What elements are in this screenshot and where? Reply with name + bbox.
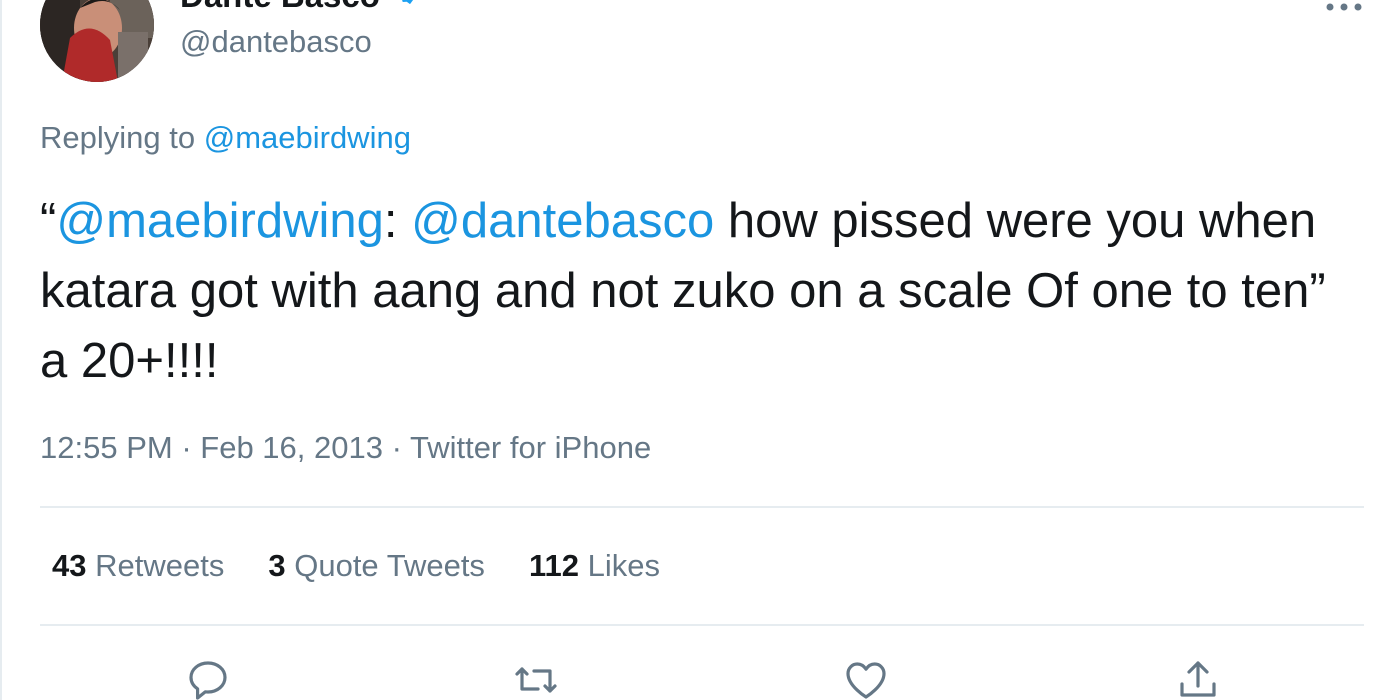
reply-icon xyxy=(189,661,227,700)
retweets-count: 43 xyxy=(52,548,87,583)
mention-link[interactable]: @dantebasco xyxy=(411,194,714,248)
replying-handle-link[interactable]: @maebirdwing xyxy=(204,120,411,155)
retweets-label: Retweets xyxy=(95,548,225,583)
quotes-label: Quote Tweets xyxy=(294,548,485,583)
avatar[interactable] xyxy=(40,0,154,82)
more-horizontal-icon[interactable] xyxy=(1324,0,1364,24)
like-icon xyxy=(846,662,886,699)
like-button[interactable] xyxy=(842,656,890,700)
mention-link[interactable]: @maebirdwing xyxy=(56,194,384,248)
divider xyxy=(40,506,1364,508)
divider xyxy=(40,624,1364,626)
quote-tweets-stat[interactable]: 3 Quote Tweets xyxy=(268,546,485,586)
meta-separator: · xyxy=(382,430,410,465)
verified-badge-icon xyxy=(395,0,425,15)
reply-button[interactable] xyxy=(184,656,232,700)
quotes-count: 3 xyxy=(268,548,286,583)
tweet-source[interactable]: Twitter for iPhone xyxy=(410,430,651,465)
share-icon xyxy=(1180,661,1216,697)
colon-text: : xyxy=(383,194,412,248)
tweet-meta: 12:55 PM · Feb 16, 2013 · Twitter for iP… xyxy=(40,428,651,468)
likes-label: Likes xyxy=(587,548,660,583)
retweet-icon xyxy=(515,667,557,693)
author-handle[interactable]: @dantebasco xyxy=(180,22,372,62)
tweet-time[interactable]: 12:55 PM xyxy=(40,430,173,465)
retweet-button[interactable] xyxy=(512,656,560,700)
tweet-stats: 43 Retweets 3 Quote Tweets 112 Likes xyxy=(52,546,704,586)
share-button[interactable] xyxy=(1174,656,1222,700)
author-name-text[interactable]: Dante Basco xyxy=(180,0,380,14)
author-name[interactable]: Dante Basco xyxy=(180,0,425,18)
likes-count: 112 xyxy=(528,548,579,583)
likes-stat[interactable]: 112 Likes xyxy=(529,546,660,586)
replying-prefix: Replying to xyxy=(40,120,204,155)
retweets-stat[interactable]: 43 Retweets xyxy=(52,546,224,586)
tweet-date[interactable]: Feb 16, 2013 xyxy=(200,430,383,465)
replying-to: Replying to @maebirdwing xyxy=(40,118,411,158)
action-bar xyxy=(2,656,1400,700)
tweet-text: “@maebirdwing: @dantebasco how pissed we… xyxy=(40,186,1340,396)
open-quote: “ xyxy=(40,194,57,248)
tweet-detail: Dante Basco @dantebasco Replying to @mae… xyxy=(0,0,1400,700)
meta-separator: · xyxy=(172,430,201,465)
